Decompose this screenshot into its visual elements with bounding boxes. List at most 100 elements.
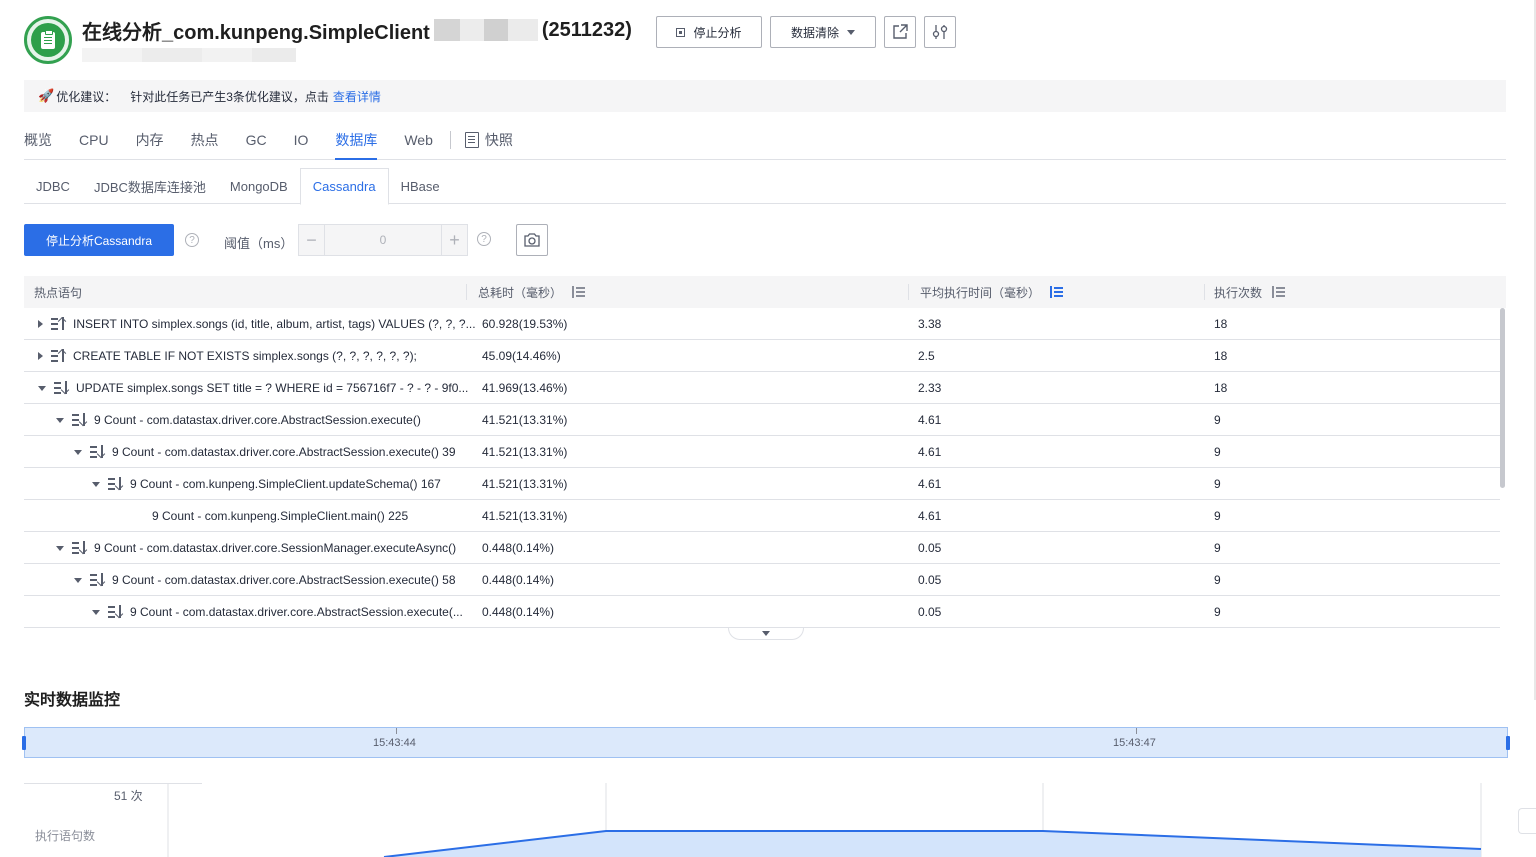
avg-time-cell: 0.05 (918, 605, 942, 619)
range-end-handle[interactable] (1506, 736, 1510, 750)
stop-analysis-button[interactable]: 停止分析 (656, 16, 762, 48)
total-time-cell: 41.521(13.31%) (482, 445, 568, 459)
collapse-icon[interactable] (92, 481, 100, 487)
help-icon[interactable]: ? (185, 233, 199, 247)
column-header-total-time[interactable]: 总耗时（毫秒） (478, 276, 586, 308)
expand-icon[interactable] (38, 352, 43, 360)
collapse-icon[interactable] (56, 417, 64, 423)
statement-text: 9 Count - com.datastax.driver.core.Abstr… (130, 605, 463, 619)
table-row[interactable]: UPDATE simplex.songs SET title = ? WHERE… (24, 372, 1500, 404)
collapse-icon[interactable] (56, 545, 64, 551)
statement-text: 9 Count - com.datastax.driver.core.Abstr… (112, 573, 456, 587)
time-range-slider[interactable]: 15:43:44 15:43:47 (22, 727, 1510, 758)
statement-text: 9 Count - com.kunpeng.SimpleClient.updat… (130, 477, 441, 491)
export-icon (893, 24, 908, 39)
timeline-label: 15:43:44 (373, 737, 416, 749)
subtab-hbase[interactable]: HBase (389, 168, 452, 204)
collapse-icon[interactable] (74, 449, 82, 455)
collapse-icon[interactable] (74, 577, 82, 583)
main-tabs: 概览 CPU 内存 热点 GC IO 数据库 Web 快照 (24, 120, 1506, 160)
chart-plot (167, 783, 1482, 857)
table-header: 热点语句 总耗时（毫秒） 平均执行时间（毫秒） 执行次数 (24, 276, 1506, 308)
decrement-button[interactable]: − (299, 225, 325, 255)
sort-icon[interactable] (572, 286, 586, 298)
call-stack-down-icon (72, 541, 88, 555)
table-row[interactable]: 9 Count - com.datastax.driver.core.Abstr… (24, 436, 1500, 468)
statement-text: 9 Count - com.datastax.driver.core.Sessi… (94, 541, 457, 555)
collapse-icon[interactable] (92, 609, 100, 615)
avg-time-cell: 4.61 (918, 445, 942, 459)
clear-data-dropdown[interactable]: 数据清除 (770, 16, 876, 48)
expand-table-toggle[interactable] (728, 628, 804, 640)
call-stack-down-icon (108, 477, 124, 491)
tab-snapshot[interactable]: 快照 (464, 120, 513, 159)
timeline-label: 15:43:47 (1113, 737, 1156, 749)
table-row[interactable]: 9 Count - com.kunpeng.SimpleClient.updat… (24, 468, 1500, 500)
subtab-cassandra[interactable]: Cassandra (299, 168, 389, 205)
help-icon[interactable]: ? (477, 232, 491, 246)
database-sub-tabs: JDBC JDBC数据库连接池 MongoDB Cassandra HBase (24, 168, 1506, 205)
table-row[interactable]: 9 Count - com.datastax.driver.core.Abstr… (24, 404, 1500, 436)
clipboard-icon (24, 16, 72, 64)
tab-gc[interactable]: GC (246, 120, 267, 159)
settings-button[interactable] (924, 16, 956, 48)
table-scrollbar[interactable] (1500, 308, 1505, 488)
total-time-cell: 41.521(13.31%) (482, 477, 568, 491)
total-time-cell: 60.928(19.53%) (482, 317, 568, 331)
increment-button[interactable]: + (441, 225, 467, 255)
table-row[interactable]: 9 Count - com.kunpeng.SimpleClient.main(… (24, 500, 1500, 532)
tab-overview[interactable]: 概览 (24, 120, 52, 159)
count-cell: 9 (1214, 445, 1221, 459)
series-area (384, 831, 1481, 857)
avg-time-cell: 0.05 (918, 541, 942, 555)
tab-web[interactable]: Web (404, 120, 433, 159)
total-time-cell: 0.448(0.14%) (482, 541, 555, 555)
realtime-monitor-title: 实时数据监控 (24, 692, 121, 709)
tab-snapshot-label: 快照 (484, 131, 513, 148)
table-row[interactable]: INSERT INTO simplex.songs (id, title, al… (24, 308, 1500, 340)
tab-divider (449, 130, 451, 149)
subtab-mongodb[interactable]: MongoDB (218, 168, 300, 204)
call-stack-down-icon (72, 413, 88, 427)
subtab-jdbc[interactable]: JDBC (24, 168, 82, 204)
hotspot-statement-table: 热点语句 总耗时（毫秒） 平均执行时间（毫秒） 执行次数 INSERT INTO… (24, 276, 1506, 629)
call-stack-up-icon (51, 317, 67, 331)
redacted-subtitle (82, 48, 296, 62)
clear-data-label: 数据清除 (790, 25, 839, 40)
threshold-input[interactable]: 0 (325, 225, 441, 255)
subtab-jdbc-pool[interactable]: JDBC数据库连接池 (82, 168, 218, 204)
expand-icon[interactable] (38, 320, 43, 328)
tab-io[interactable]: IO (294, 120, 309, 159)
threshold-label: 阈值（ms） (224, 236, 294, 251)
tab-database[interactable]: 数据库 (335, 120, 378, 160)
snapshot-button[interactable] (516, 224, 548, 256)
table-row[interactable]: 9 Count - com.datastax.driver.core.Sessi… (24, 532, 1500, 564)
column-divider (466, 284, 467, 300)
timeline-tick (1136, 728, 1137, 734)
stop-cassandra-button[interactable]: 停止分析Cassandra (24, 224, 174, 256)
stop-analysis-label: 停止分析 (693, 25, 742, 40)
threshold-stepper[interactable]: − 0 + (298, 224, 468, 256)
avg-time-cell: 2.5 (918, 349, 935, 363)
table-row[interactable]: CREATE TABLE IF NOT EXISTS simplex.songs… (24, 340, 1500, 372)
column-header-count[interactable]: 执行次数 (1214, 276, 1286, 308)
snapshot-icon (464, 131, 479, 148)
page-title: 在线分析_com.kunpeng.SimpleClient (2511232) (82, 18, 632, 44)
tab-hotspot[interactable]: 热点 (191, 120, 219, 159)
total-time-cell: 0.448(0.14%) (482, 605, 555, 619)
sort-desc-icon[interactable] (1050, 286, 1064, 298)
floating-helper-tab[interactable] (1518, 808, 1536, 834)
count-cell: 9 (1214, 509, 1221, 523)
range-start-handle[interactable] (22, 736, 26, 750)
column-label: 热点语句 (34, 285, 83, 300)
call-stack-down-icon (90, 573, 106, 587)
table-row[interactable]: 9 Count - com.datastax.driver.core.Abstr… (24, 564, 1500, 596)
tab-cpu[interactable]: CPU (79, 120, 109, 159)
tab-memory[interactable]: 内存 (136, 120, 164, 159)
view-details-link[interactable]: 查看详情 (333, 88, 381, 105)
table-row[interactable]: 9 Count - com.datastax.driver.core.Abstr… (24, 596, 1500, 628)
column-header-avg-time[interactable]: 平均执行时间（毫秒） (920, 276, 1064, 308)
sort-icon[interactable] (1272, 286, 1286, 298)
collapse-icon[interactable] (38, 385, 46, 391)
export-button[interactable] (884, 16, 916, 48)
